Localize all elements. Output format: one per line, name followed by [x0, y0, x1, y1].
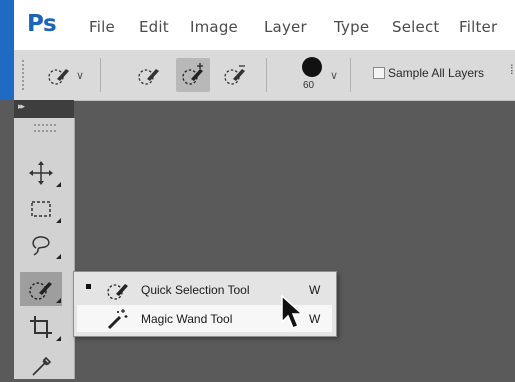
divider [350, 58, 351, 92]
move-tool[interactable] [20, 156, 62, 190]
options-bar-grip[interactable] [22, 60, 26, 90]
brush-size-value: 60 [303, 80, 315, 91]
flyout-item-label: Quick Selection Tool [141, 283, 250, 297]
options-bar: ∨ 60 ∨ Sample All Layers ⁞ [14, 50, 515, 101]
flyout-item-label: Magic Wand Tool [141, 312, 233, 326]
menu-select[interactable]: Select [392, 18, 439, 36]
current-tool-bullet [86, 284, 91, 289]
quick-selection-icon [29, 282, 52, 300]
menu-layer[interactable]: Layer [264, 18, 307, 36]
eyedropper-icon [32, 356, 52, 376]
app-logo: Ps [27, 11, 57, 37]
lasso-icon [32, 236, 50, 256]
tool-preset-icon[interactable] [46, 62, 72, 88]
marquee-icon [31, 201, 51, 217]
toolbar-grip[interactable] [34, 124, 56, 132]
mouse-pointer-icon [281, 294, 304, 329]
new-selection-icon[interactable] [136, 62, 162, 88]
magic-wand-icon [105, 306, 131, 332]
chevron-down-icon[interactable]: ∨ [76, 69, 84, 82]
flyout-item-shortcut: W [309, 312, 321, 326]
brush-chevron-down-icon[interactable]: ∨ [330, 69, 338, 82]
eyedropper-tool[interactable] [20, 348, 62, 382]
add-to-selection-icon [182, 63, 203, 85]
submenu-indicator [56, 298, 61, 303]
menu-edit[interactable]: Edit [139, 18, 169, 36]
brand-strip [0, 0, 14, 100]
divider [266, 58, 267, 92]
rectangular-marquee-tool[interactable] [20, 192, 62, 226]
move-icon [29, 161, 53, 185]
submenu-indicator [56, 336, 61, 341]
quick-selection-icon [105, 277, 131, 303]
sample-all-layers-checkbox[interactable] [373, 67, 385, 79]
menu-image[interactable]: Image [190, 18, 238, 36]
menu-type[interactable]: Type [334, 18, 369, 36]
options-overflow-icon: ⁞ [510, 62, 514, 77]
lasso-tool[interactable] [20, 228, 62, 262]
quick-selection-tool[interactable] [20, 272, 62, 306]
tools-panel [14, 118, 75, 379]
subtract-from-selection-icon[interactable] [222, 62, 248, 88]
toolbar-header[interactable]: ▸▸ [14, 100, 74, 118]
crop-icon [30, 316, 52, 338]
menu-bar: Ps File Edit Image Layer Type Select Fil… [0, 0, 515, 51]
submenu-indicator [56, 254, 61, 259]
menu-filter[interactable]: Filter [459, 18, 497, 36]
brush-preview-icon[interactable] [302, 57, 322, 77]
menu-file[interactable]: File [89, 18, 115, 36]
divider [100, 58, 101, 92]
expand-toolbar-icon[interactable]: ▸▸ [18, 101, 25, 112]
sample-all-layers-label: Sample All Layers [388, 66, 485, 80]
submenu-indicator [56, 218, 61, 223]
crop-tool[interactable] [20, 310, 62, 344]
flyout-item-shortcut: W [309, 283, 321, 297]
add-to-selection-button[interactable] [176, 58, 210, 92]
submenu-indicator [56, 182, 61, 187]
